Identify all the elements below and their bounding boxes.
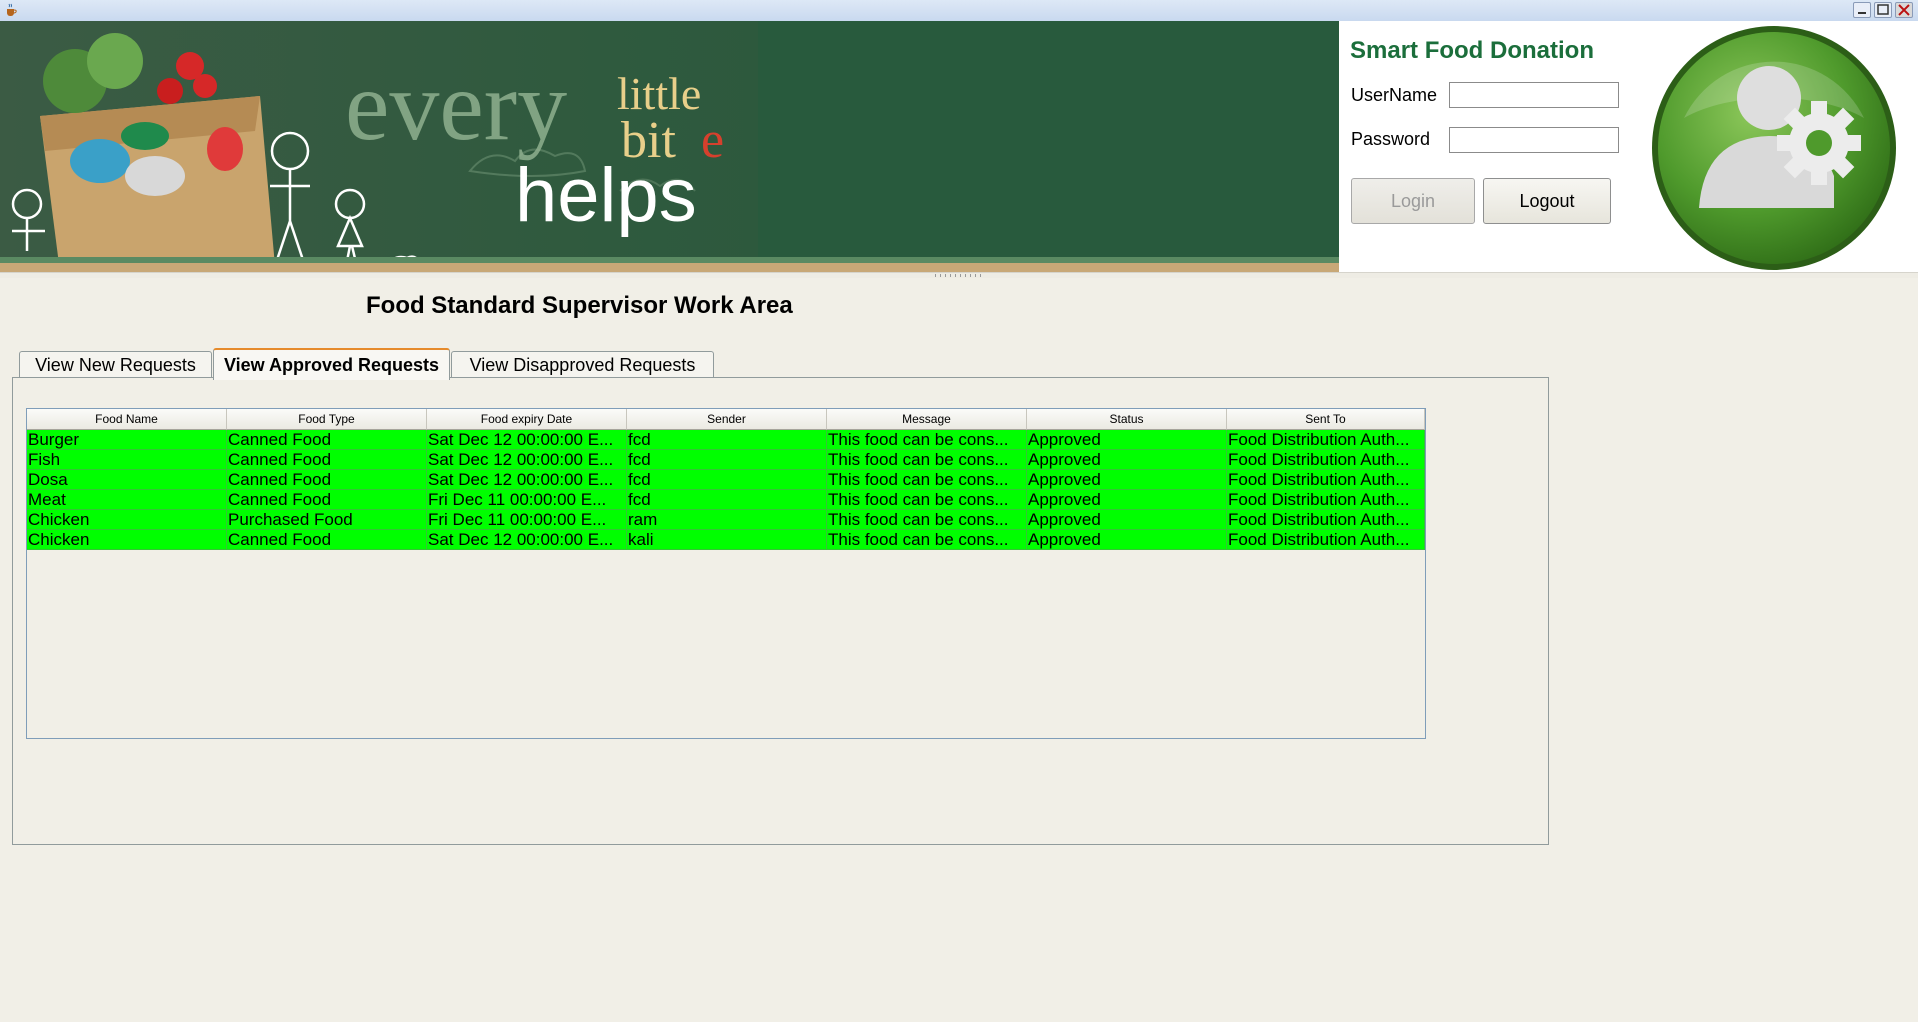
cell-status[interactable]: Approved — [1027, 510, 1227, 530]
password-input[interactable] — [1449, 127, 1619, 153]
cell-message[interactable]: This food can be cons... — [827, 490, 1027, 510]
cell-expiry-date[interactable]: Sat Dec 12 00:00:00 E... — [427, 470, 627, 490]
column-header-status[interactable]: Status — [1027, 409, 1227, 430]
cell-food-name[interactable]: Chicken — [27, 530, 227, 550]
cell-sent-to[interactable]: Food Distribution Auth... — [1227, 510, 1425, 530]
username-input[interactable] — [1449, 82, 1619, 108]
cell-sender[interactable]: fcd — [627, 450, 827, 470]
table-row[interactable]: Chicken Canned Food Sat Dec 12 00:00:00 … — [27, 530, 1425, 550]
minimize-icon[interactable] — [1853, 2, 1871, 18]
every-little-bite-helps-banner: every little bit e helps — [0, 21, 1339, 272]
cell-status[interactable]: Approved — [1027, 490, 1227, 510]
cell-food-type[interactable]: Canned Food — [227, 530, 427, 550]
column-header-sender[interactable]: Sender — [627, 409, 827, 430]
cell-sent-to[interactable]: Food Distribution Auth... — [1227, 490, 1425, 510]
cell-message[interactable]: This food can be cons... — [827, 470, 1027, 490]
approved-requests-panel: Food Name Food Type Food expiry Date Sen… — [12, 377, 1549, 845]
cell-expiry-date[interactable]: Fri Dec 11 00:00:00 E... — [427, 510, 627, 530]
cell-message[interactable]: This food can be cons... — [827, 530, 1027, 550]
cell-sender[interactable]: fcd — [627, 470, 827, 490]
tab-view-disapproved-requests[interactable]: View Disapproved Requests — [451, 351, 714, 378]
login-button[interactable]: Login — [1351, 178, 1475, 224]
svg-text:e: e — [701, 112, 724, 169]
cell-expiry-date[interactable]: Sat Dec 12 00:00:00 E... — [427, 530, 627, 550]
cell-sent-to[interactable]: Food Distribution Auth... — [1227, 450, 1425, 470]
logout-button[interactable]: Logout — [1483, 178, 1611, 224]
cell-sender[interactable]: fcd — [627, 430, 827, 450]
cell-message[interactable]: This food can be cons... — [827, 430, 1027, 450]
svg-text:helps: helps — [515, 153, 697, 238]
column-header-food-expiry-date[interactable]: Food expiry Date — [427, 409, 627, 430]
cell-food-name[interactable]: Fish — [27, 450, 227, 470]
svg-text:every: every — [345, 50, 567, 161]
table-body: Burger Canned Food Sat Dec 12 00:00:00 E… — [27, 430, 1425, 550]
user-gear-icon — [1652, 26, 1896, 270]
cell-food-type[interactable]: Purchased Food — [227, 510, 427, 530]
window-titlebar — [0, 0, 1918, 21]
cell-food-name[interactable]: Meat — [27, 490, 227, 510]
cell-sent-to[interactable]: Food Distribution Auth... — [1227, 430, 1425, 450]
cell-food-name[interactable]: Chicken — [27, 510, 227, 530]
table-row[interactable]: Burger Canned Food Sat Dec 12 00:00:00 E… — [27, 430, 1425, 450]
cell-sent-to[interactable]: Food Distribution Auth... — [1227, 530, 1425, 550]
cell-expiry-date[interactable]: Sat Dec 12 00:00:00 E... — [427, 430, 627, 450]
close-icon[interactable] — [1895, 2, 1913, 18]
login-panel: Smart Food Donation UserName Password Lo… — [1339, 21, 1918, 272]
cell-status[interactable]: Approved — [1027, 430, 1227, 450]
cell-food-type[interactable]: Canned Food — [227, 490, 427, 510]
cell-sender[interactable]: fcd — [627, 490, 827, 510]
cell-expiry-date[interactable]: Fri Dec 11 00:00:00 E... — [427, 490, 627, 510]
app-title: Smart Food Donation — [1350, 37, 1594, 64]
table-row[interactable]: Dosa Canned Food Sat Dec 12 00:00:00 E..… — [27, 470, 1425, 490]
cell-food-type[interactable]: Canned Food — [227, 470, 427, 490]
table-row[interactable]: Meat Canned Food Fri Dec 11 00:00:00 E..… — [27, 490, 1425, 510]
cell-food-name[interactable]: Dosa — [27, 470, 227, 490]
column-header-sent-to[interactable]: Sent To — [1227, 409, 1425, 430]
tab-view-approved-requests[interactable]: View Approved Requests — [213, 348, 450, 380]
username-label: UserName — [1351, 85, 1438, 105]
column-header-food-name[interactable]: Food Name — [27, 409, 227, 430]
cell-status[interactable]: Approved — [1027, 530, 1227, 550]
column-header-message[interactable]: Message — [827, 409, 1027, 430]
cell-food-type[interactable]: Canned Food — [227, 450, 427, 470]
tab-view-new-requests[interactable]: View New Requests — [19, 351, 212, 378]
cell-sender[interactable]: ram — [627, 510, 827, 530]
column-header-food-type[interactable]: Food Type — [227, 409, 427, 430]
cell-status[interactable]: Approved — [1027, 470, 1227, 490]
cell-message[interactable]: This food can be cons... — [827, 450, 1027, 470]
table-row[interactable]: Fish Canned Food Sat Dec 12 00:00:00 E..… — [27, 450, 1425, 470]
cell-food-type[interactable]: Canned Food — [227, 430, 427, 450]
page-title: Food Standard Supervisor Work Area — [366, 292, 793, 319]
approved-requests-table[interactable]: Food Name Food Type Food expiry Date Sen… — [26, 408, 1426, 739]
table-row[interactable]: Chicken Purchased Food Fri Dec 11 00:00:… — [27, 510, 1425, 530]
maximize-icon[interactable] — [1874, 2, 1892, 18]
cell-expiry-date[interactable]: Sat Dec 12 00:00:00 E... — [427, 450, 627, 470]
cell-message[interactable]: This food can be cons... — [827, 510, 1027, 530]
cell-sent-to[interactable]: Food Distribution Auth... — [1227, 470, 1425, 490]
cell-status[interactable]: Approved — [1027, 450, 1227, 470]
cell-food-name[interactable]: Burger — [27, 430, 227, 450]
table-header: Food Name Food Type Food expiry Date Sen… — [27, 409, 1425, 430]
password-label: Password — [1351, 129, 1431, 149]
divider-grip-icon[interactable] — [935, 274, 985, 277]
split-pane-divider[interactable] — [0, 272, 1918, 278]
cell-sender[interactable]: kali — [627, 530, 827, 550]
banner-image: every little bit e helps — [0, 21, 1339, 272]
java-cup-icon — [7, 3, 17, 16]
